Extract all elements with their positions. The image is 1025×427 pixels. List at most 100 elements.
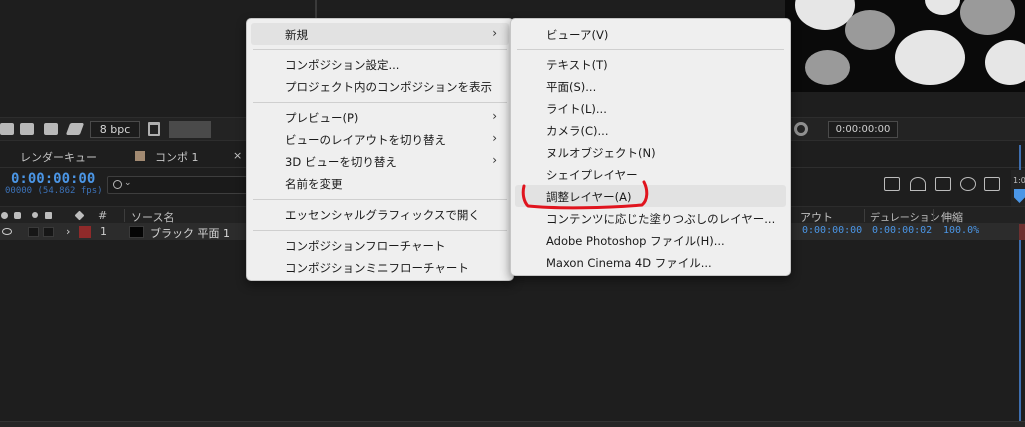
context-menu: 新規 › コンポジション設定... プロジェクト内のコンポジションを表示 プレビ…: [246, 18, 514, 281]
layer-label-color[interactable]: [79, 226, 91, 238]
chevron-down-icon: ⌄: [124, 178, 132, 188]
chevron-right-icon: ›: [492, 131, 497, 145]
submenu-item-camera[interactable]: カメラ(C)...: [515, 119, 786, 141]
film-icon[interactable]: [44, 123, 58, 135]
label-tag-icon: [74, 210, 85, 221]
trash-icon[interactable]: [148, 122, 160, 136]
timeline-footer: [0, 421, 1025, 427]
frames-fps-display: 00000 (54.862 fps): [5, 186, 103, 196]
chevron-right-icon: ›: [492, 26, 497, 40]
color-swatch[interactable]: [169, 121, 211, 138]
menu-item-mini-flowchart[interactable]: コンポジションミニフローチャート: [251, 256, 509, 278]
eye-icon[interactable]: [2, 228, 12, 235]
submenu-item-null-object[interactable]: ヌルオブジェクト(N): [515, 141, 786, 163]
menu-item-label: ヌルオブジェクト(N): [546, 146, 656, 160]
expand-chevron-icon[interactable]: ›: [66, 225, 70, 238]
lock-icon: [45, 212, 52, 219]
submenu-item-text[interactable]: テキスト(T): [515, 53, 786, 75]
menu-item-label: ビューのレイアウトを切り替え: [285, 133, 446, 147]
menu-item-label: コンポジション設定...: [285, 58, 400, 72]
menu-item-label: 新規: [285, 28, 308, 42]
menu-item-flowchart[interactable]: コンポジションフローチャート: [251, 234, 509, 256]
menu-item-label: ビューア(V): [546, 28, 609, 42]
submenu-item-viewer[interactable]: ビューア(V): [515, 23, 786, 45]
menu-item-new[interactable]: 新規 ›: [251, 23, 509, 45]
menu-item-label: シェイプレイヤー: [546, 168, 638, 182]
menu-item-switch-3d-view[interactable]: 3D ビューを切り替え ›: [251, 150, 509, 172]
menu-item-switch-layout[interactable]: ビューのレイアウトを切り替え ›: [251, 128, 509, 150]
menu-item-label: 名前を変更: [285, 177, 343, 191]
menu-item-label: 3D ビューを切り替え: [285, 155, 397, 169]
column-source-name[interactable]: ソース名: [131, 209, 174, 225]
tab-comp[interactable]: コンポ 1: [155, 149, 199, 165]
menu-item-label: カメラ(C)...: [546, 124, 609, 138]
layer-duration-value[interactable]: 0:00:00:02: [872, 225, 932, 236]
menu-item-label: プレビュー(P): [285, 111, 359, 125]
panel-divider: [315, 0, 317, 18]
gear-icon[interactable]: [794, 122, 808, 136]
menu-item-label: エッセンシャルグラフィックスで開く: [285, 208, 480, 222]
menu-separator: [253, 199, 507, 200]
column-stretch[interactable]: 伸縮: [941, 209, 963, 225]
graph-editor-icon[interactable]: [984, 177, 1000, 191]
menu-item-label: コンポジションフローチャート: [285, 239, 446, 253]
layer-number: 1: [100, 225, 107, 238]
layer-stretch-value[interactable]: 100.0%: [943, 225, 979, 236]
search-icon: [113, 180, 122, 189]
audio-switch-box[interactable]: [28, 227, 39, 237]
chevron-right-icon: ›: [492, 109, 497, 123]
column-separator: [124, 209, 125, 222]
menu-item-preview[interactable]: プレビュー(P) ›: [251, 106, 509, 128]
audio-switch-icon: [14, 212, 21, 219]
column-number: #: [98, 209, 108, 222]
menu-separator: [253, 102, 507, 103]
menu-separator: [253, 230, 507, 231]
submenu-item-shape-layer[interactable]: シェイプレイヤー: [515, 163, 786, 185]
menu-item-label: Adobe Photoshop ファイル(H)...: [546, 234, 725, 248]
column-out[interactable]: アウト: [800, 209, 833, 225]
shy-icon[interactable]: [910, 177, 926, 191]
layer-out-value[interactable]: 0:00:00:00: [802, 225, 862, 236]
column-duration[interactable]: デュレーション: [870, 209, 940, 224]
submenu-item-solid[interactable]: 平面(S)...: [515, 75, 786, 97]
menu-item-rename[interactable]: 名前を変更: [251, 172, 509, 194]
layer-search-input[interactable]: ⌄: [107, 176, 252, 194]
render-icon[interactable]: [65, 123, 85, 135]
solo-switch-box[interactable]: [43, 227, 54, 237]
submenu-item-photoshop-file[interactable]: Adobe Photoshop ファイル(H)...: [515, 229, 786, 251]
column-separator: [864, 209, 865, 222]
snapshot-icon[interactable]: [0, 123, 14, 135]
frame-blend-icon[interactable]: [935, 177, 951, 191]
menu-item-label: 平面(S)...: [546, 80, 597, 94]
draft-3d-icon[interactable]: [884, 177, 900, 191]
column-separator: [933, 209, 934, 222]
viewer-preview-image: [785, 0, 1025, 92]
folder-icon[interactable]: [20, 123, 34, 135]
tab-render-queue[interactable]: レンダーキュー: [20, 149, 97, 165]
current-time-display[interactable]: 0:00:00:00: [11, 171, 95, 187]
layer-bar[interactable]: [1019, 224, 1025, 240]
menu-item-label: コンポジションミニフローチャート: [285, 261, 469, 275]
viewer-timecode[interactable]: 0:00:00:00: [828, 121, 898, 138]
menu-item-label: Maxon Cinema 4D ファイル...: [546, 256, 712, 270]
submenu-item-light[interactable]: ライト(L)...: [515, 97, 786, 119]
layer-name[interactable]: ブラック 平面 1: [150, 225, 230, 241]
menu-item-reveal-comp[interactable]: プロジェクト内のコンポジションを表示: [251, 75, 509, 97]
solo-icon: [32, 212, 38, 218]
submenu-item-content-aware-fill[interactable]: コンテンツに応じた塗りつぶしのレイヤー...: [515, 207, 786, 229]
motion-blur-icon[interactable]: [960, 177, 976, 191]
new-submenu: ビューア(V) テキスト(T) 平面(S)... ライト(L)... カメラ(C…: [510, 18, 791, 276]
tab-close-icon[interactable]: ×: [233, 149, 242, 162]
comp-color-icon: [135, 151, 145, 161]
menu-item-label: コンテンツに応じた塗りつぶしのレイヤー...: [546, 212, 776, 226]
submenu-item-adjustment-layer[interactable]: 調整レイヤー(A): [515, 185, 786, 207]
menu-item-essential-graphics[interactable]: エッセンシャルグラフィックスで開く: [251, 203, 509, 225]
menu-item-label: プロジェクト内のコンポジションを表示: [285, 80, 492, 94]
menu-item-comp-settings[interactable]: コンポジション設定...: [251, 53, 509, 75]
menu-separator: [253, 49, 507, 50]
bpc-button[interactable]: 8 bpc: [90, 121, 140, 138]
menu-item-label: テキスト(T): [546, 58, 608, 72]
submenu-item-cinema4d-file[interactable]: Maxon Cinema 4D ファイル...: [515, 251, 786, 273]
menu-item-label: 調整レイヤー(A): [546, 190, 632, 204]
solid-thumbnail: [129, 226, 144, 238]
